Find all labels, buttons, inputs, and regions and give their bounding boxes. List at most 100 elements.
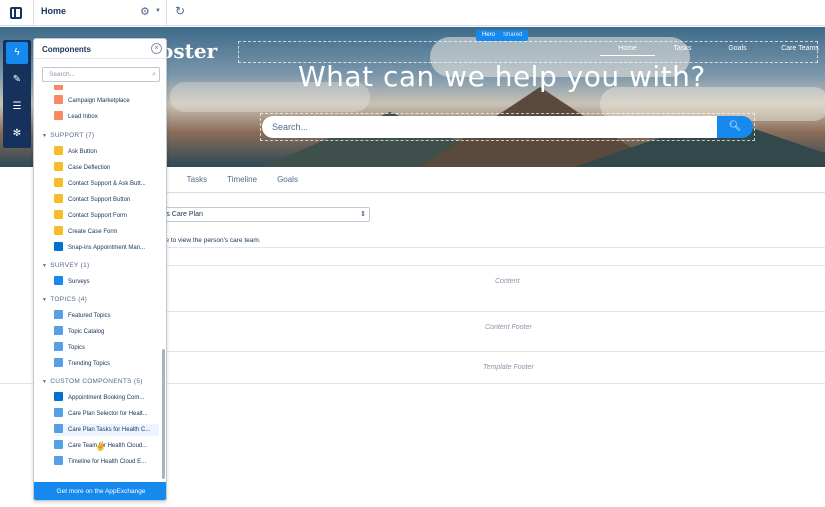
list-icon[interactable]: ☰ xyxy=(6,96,28,118)
panel-title: Components xyxy=(42,45,91,54)
component-search-input[interactable]: Search... ⌕ xyxy=(42,67,160,82)
site-nav: Home Tasks Goals Care Teams xyxy=(600,45,825,56)
list-item[interactable]: Care Plan Selector for Healt... xyxy=(54,408,159,420)
list-item[interactable]: Campaign Marketplace xyxy=(54,95,159,107)
group-header-custom-components[interactable]: ▼ CUSTOM COMPONENTS (5) xyxy=(42,377,143,387)
hero-headline: What can we help you with? xyxy=(298,60,706,93)
component-icon xyxy=(54,210,63,220)
list-item[interactable]: Care Plan Tasks for Health C... xyxy=(54,424,159,436)
search-icon: ⌕ xyxy=(152,71,156,78)
list-item[interactable]: Trending Topics xyxy=(54,358,159,370)
divider xyxy=(160,247,825,248)
care-team-hint: me to view the person's care team. xyxy=(160,237,261,244)
component-icon xyxy=(54,242,63,252)
nav-care-teams[interactable]: Care Teams xyxy=(765,45,825,56)
list-item[interactable]: Contact Support Form xyxy=(54,210,159,222)
nav-tasks[interactable]: Tasks xyxy=(655,45,710,56)
tab-tasks[interactable]: Tasks xyxy=(187,175,207,190)
list-item[interactable] xyxy=(54,85,159,93)
builder-toolbar: Home ⚙ ▼ ↻ xyxy=(0,0,825,26)
list-item[interactable]: Surveys xyxy=(54,276,159,288)
list-item[interactable]: Topics xyxy=(54,342,159,354)
divider xyxy=(160,265,825,266)
group-header-topics[interactable]: ▼ TOPICS (4) xyxy=(42,295,87,305)
search-icon: 🔍︎ xyxy=(728,121,742,132)
components-panel: Components × Search... ⌕ Campaign Market… xyxy=(33,38,167,501)
list-item[interactable]: Featured Topics xyxy=(54,310,159,322)
builder-sidebar: ϟ ✎ ☰ ✻ xyxy=(3,40,31,148)
list-item[interactable]: Topic Catalog xyxy=(54,326,159,338)
care-plan-select[interactable]: 's Care Plan ⇕ xyxy=(160,207,370,222)
group-header-survey[interactable]: ▼ SURVEY (1) xyxy=(42,261,90,271)
list-item[interactable]: Create Case Form xyxy=(54,226,159,238)
component-icon xyxy=(54,326,63,336)
select-arrows-icon: ⇕ xyxy=(360,211,366,218)
chevron-down-icon: ▼ xyxy=(42,297,48,303)
page-selector[interactable]: Home xyxy=(41,6,66,16)
chevron-down-icon[interactable]: ▼ xyxy=(155,8,161,14)
chevron-down-icon: ▼ xyxy=(42,133,48,139)
tag-label: Hero xyxy=(482,32,496,38)
component-icon xyxy=(54,424,63,434)
gear-icon[interactable]: ✻ xyxy=(6,123,28,145)
tag-shared-label: Shared xyxy=(503,32,523,38)
component-icon xyxy=(54,226,63,236)
search-button[interactable]: 🔍︎ xyxy=(717,116,753,138)
divider xyxy=(33,0,34,26)
hero-search-input[interactable]: Search... xyxy=(262,116,717,138)
component-icon xyxy=(54,111,63,121)
component-icon xyxy=(54,178,63,188)
divider xyxy=(160,192,825,193)
list-item[interactable]: Care Team for Health Cloud... xyxy=(54,440,159,452)
close-icon[interactable]: × xyxy=(151,43,162,54)
list-item[interactable]: Contact Support & Ask Butt... xyxy=(54,178,159,190)
list-item[interactable]: Lead Inbox xyxy=(54,111,159,123)
component-icon xyxy=(54,194,63,204)
lightning-icon[interactable]: ϟ xyxy=(6,42,28,64)
component-icon xyxy=(54,408,63,418)
appexchange-link[interactable]: Get more on the AppExchange xyxy=(34,482,166,500)
scrollbar-thumb[interactable] xyxy=(162,349,165,479)
pencil-icon[interactable]: ✎ xyxy=(6,69,28,91)
content-footer-region[interactable]: Content Footer xyxy=(485,324,532,331)
site-logo: oster xyxy=(160,39,218,63)
chevron-down-icon: ▼ xyxy=(42,379,48,385)
layout-icon[interactable] xyxy=(10,7,22,19)
list-item[interactable]: Case Deflection xyxy=(54,162,159,174)
care-plan-value: 's Care Plan xyxy=(165,211,203,218)
component-icon xyxy=(54,146,63,156)
divider xyxy=(160,351,825,352)
chevron-down-icon: ▼ xyxy=(42,263,48,269)
list-item[interactable]: Contact Support Button xyxy=(54,194,159,206)
group-header-support[interactable]: ▼ SUPPORT (7) xyxy=(42,131,95,141)
tab-bar: m Tasks Timeline Goals xyxy=(160,175,318,190)
list-item[interactable]: Ask Button xyxy=(54,146,159,158)
tab-goals[interactable]: Goals xyxy=(277,175,298,190)
gear-icon[interactable]: ⚙ xyxy=(140,5,150,18)
component-icon xyxy=(54,342,63,352)
list-item[interactable]: Appointment Booking Com... xyxy=(54,392,159,404)
component-icon xyxy=(54,358,63,368)
panel-header: Components × xyxy=(34,39,166,59)
component-tag[interactable]: Hero Shared xyxy=(476,30,529,41)
nav-home[interactable]: Home xyxy=(600,45,655,56)
nav-goals[interactable]: Goals xyxy=(710,45,765,56)
component-icon xyxy=(54,310,63,320)
list-item[interactable]: Timeline for Health Cloud E... xyxy=(54,456,159,468)
component-icon xyxy=(54,162,63,172)
divider xyxy=(160,311,825,312)
component-icon xyxy=(54,440,63,450)
mouse-cursor-icon: ☝ xyxy=(95,441,107,451)
tab-timeline[interactable]: Timeline xyxy=(227,175,257,190)
refresh-icon[interactable]: ↻ xyxy=(175,4,185,18)
component-icon xyxy=(54,85,63,91)
list-item[interactable]: Snap-ins Appointment Man... xyxy=(54,242,159,254)
component-icon xyxy=(54,276,63,286)
divider xyxy=(166,0,167,26)
component-icon xyxy=(54,95,63,105)
component-icon xyxy=(54,392,63,402)
component-list: Campaign Marketplace Lead Inbox ▼ SUPPORT… xyxy=(34,85,159,480)
component-icon xyxy=(54,456,63,466)
content-region[interactable]: Content xyxy=(495,278,520,285)
template-footer-region[interactable]: Template Footer xyxy=(483,364,534,371)
